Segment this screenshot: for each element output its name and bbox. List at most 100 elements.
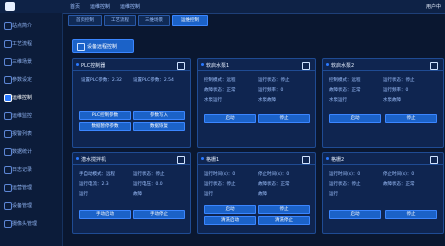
start-button[interactable]: 启动 bbox=[329, 114, 381, 123]
tab-0[interactable]: 首页控制 bbox=[68, 15, 102, 26]
card-field: 运行状态：停止 bbox=[204, 182, 236, 187]
menu-icon bbox=[4, 58, 12, 66]
breadcrumb-home[interactable]: 首页 bbox=[70, 3, 80, 10]
sidebar-item-4[interactable]: 运维控制 bbox=[2, 92, 60, 102]
sidebar-item-10[interactable]: 设备管理 bbox=[2, 200, 60, 210]
pump-icon bbox=[302, 62, 310, 70]
card-grille-2: 格栅2 运行时间(s)：0 停止时间(s)：0 运行状态：停止 故障状态：正常 … bbox=[322, 152, 444, 234]
card-field: 控制模式：远程 bbox=[204, 78, 236, 83]
card-field: 运行 bbox=[204, 192, 213, 197]
monitor-icon bbox=[77, 43, 85, 51]
stop-button[interactable]: 停止 bbox=[258, 114, 310, 123]
card-field: 停止时间(s)：0 bbox=[258, 172, 290, 177]
pause-params-button[interactable]: 数据暂停参数 bbox=[79, 122, 131, 131]
sidebar-item-5[interactable]: 运维监控 bbox=[2, 110, 60, 120]
menu-icon bbox=[4, 130, 12, 138]
resume-button[interactable]: 数据恢复 bbox=[133, 122, 185, 131]
menu-icon bbox=[4, 220, 12, 228]
menu-icon bbox=[4, 40, 12, 48]
menu-icon bbox=[4, 112, 12, 120]
app-logo bbox=[5, 2, 15, 11]
card-grille-1: 格栅1 运行时间(s)：0 停止时间(s)：0 运行状态：停止 故障状态：正常 … bbox=[197, 152, 316, 234]
mixer-icon bbox=[177, 156, 185, 164]
remote-control-button[interactable]: 设备远程控制 bbox=[72, 39, 134, 53]
card-field: 运行电流：2.3 bbox=[79, 182, 109, 187]
menu-icon bbox=[4, 202, 12, 210]
sidebar-item-1[interactable]: 工艺流程 bbox=[2, 38, 60, 48]
card-soft-start-pump-2: 软启水泵2 控制模式：远程 运行状态：停止 故障状态：正常 运行频率：0 水泵运… bbox=[322, 58, 444, 148]
card-field: 水泵故障 bbox=[383, 98, 401, 103]
card-field: 运行 bbox=[329, 192, 338, 197]
tab-2[interactable]: 三维场景 bbox=[138, 15, 170, 26]
card-field: 故障 bbox=[258, 192, 267, 197]
card-field: 故障 bbox=[133, 192, 142, 197]
sidebar-item-11[interactable]: 摄像头管理 bbox=[2, 218, 60, 228]
card-field: 运行 bbox=[79, 192, 88, 197]
card-soft-start-pump-1: 软启水泵1 控制模式：远程 运行状态：停止 故障状态：正常 运行频率：0 水泵运… bbox=[197, 58, 316, 148]
start-button[interactable]: 启动 bbox=[204, 205, 256, 214]
card-field: 运行状态：停止 bbox=[383, 78, 415, 83]
card-title: 格栅2 bbox=[331, 157, 345, 163]
card-field: 运行状态：停止 bbox=[133, 172, 165, 177]
sidebar-item-3[interactable]: 参数设定 bbox=[2, 74, 60, 84]
sidebar-item-0[interactable]: 站点简介 bbox=[2, 20, 60, 30]
breadcrumb-section[interactable]: 运维控制 bbox=[90, 3, 110, 10]
stop-button[interactable]: 停止 bbox=[385, 114, 437, 123]
menu-icon bbox=[4, 166, 12, 174]
menu-icon bbox=[4, 148, 12, 156]
card-field: 水泵故障 bbox=[258, 98, 276, 103]
card-field: 运行电压：0.0 bbox=[133, 182, 163, 187]
start-button[interactable]: 启动 bbox=[329, 210, 381, 219]
card-field: 运行状态：停止 bbox=[329, 182, 361, 187]
card-title: 软启水泵2 bbox=[331, 63, 355, 69]
sidebar-item-2[interactable]: 三维场景 bbox=[2, 56, 60, 66]
manual-stop-button[interactable]: 手动停止 bbox=[133, 210, 185, 219]
menu-icon bbox=[4, 76, 12, 84]
start-button[interactable]: 启动 bbox=[204, 114, 256, 123]
card-field: 停止时间(s)：0 bbox=[383, 172, 415, 177]
pump-icon bbox=[430, 62, 438, 70]
card-field: 设置PLC参数：2.32 bbox=[81, 78, 122, 83]
sidebar-item-9[interactable]: 运营管理 bbox=[2, 182, 60, 192]
sidebar-item-7[interactable]: 数据统计 bbox=[2, 146, 60, 156]
sidebar-item-6[interactable]: 报警列表 bbox=[2, 128, 60, 138]
card-field: 手自动模式：远程 bbox=[79, 172, 115, 177]
grille-icon bbox=[430, 156, 438, 164]
manual-start-button[interactable]: 手动启动 bbox=[79, 210, 131, 219]
stop-button[interactable]: 停止 bbox=[385, 210, 437, 219]
card-plc-controller: PLC控制器 设置PLC参数：2.32 设置PLC参数：2.54 PLC控制参数… bbox=[72, 58, 191, 148]
top-bar: 首页 运维控制 运维控制 用户中 bbox=[0, 0, 445, 14]
write-params-button[interactable]: 参数写入 bbox=[133, 111, 185, 120]
card-title: 格栅1 bbox=[206, 157, 220, 163]
card-field: 设置PLC参数：2.54 bbox=[133, 78, 174, 83]
card-title: 软启水泵1 bbox=[206, 63, 230, 69]
controller-icon bbox=[177, 62, 185, 70]
card-field: 故障状态：正常 bbox=[258, 182, 290, 187]
card-field: 水泵运行 bbox=[329, 98, 347, 103]
card-field: 故障状态：正常 bbox=[383, 182, 415, 187]
plc-params-button[interactable]: PLC控制参数 bbox=[79, 111, 131, 120]
card-title: 潜水搅拌机 bbox=[81, 157, 107, 163]
card-field: 运行时间(s)：0 bbox=[204, 172, 236, 177]
clean-start-button[interactable]: 清洗启动 bbox=[204, 216, 256, 225]
tab-1[interactable]: 工艺流程 bbox=[104, 15, 136, 26]
card-field: 运行频率：0 bbox=[383, 88, 409, 93]
user-menu[interactable]: 用户中 bbox=[426, 3, 441, 10]
card-title: PLC控制器 bbox=[81, 63, 106, 69]
card-field: 控制模式：远程 bbox=[329, 78, 361, 83]
clean-stop-button[interactable]: 清洗停止 bbox=[258, 216, 310, 225]
card-field: 故障状态：正常 bbox=[204, 88, 236, 93]
card-field: 运行状态：停止 bbox=[258, 78, 290, 83]
tab-3[interactable]: 运维控制 bbox=[172, 15, 208, 26]
sidebar-item-8[interactable]: 日志记录 bbox=[2, 164, 60, 174]
stop-button[interactable]: 停止 bbox=[258, 205, 310, 214]
breadcrumb-page: 运维控制 bbox=[120, 4, 141, 10]
grille-icon bbox=[302, 156, 310, 164]
card-field: 运行时间(s)：0 bbox=[329, 172, 361, 177]
card-field: 运行频率：0 bbox=[258, 88, 284, 93]
card-field: 故障状态：正常 bbox=[329, 88, 361, 93]
menu-icon bbox=[4, 184, 12, 192]
card-field: 水泵运行 bbox=[204, 98, 222, 103]
menu-icon bbox=[4, 22, 12, 30]
sidebar: 站点简介 工艺流程 三维场景 参数设定 运维控制 运维监控 报警列表 数据统计 … bbox=[0, 13, 63, 246]
